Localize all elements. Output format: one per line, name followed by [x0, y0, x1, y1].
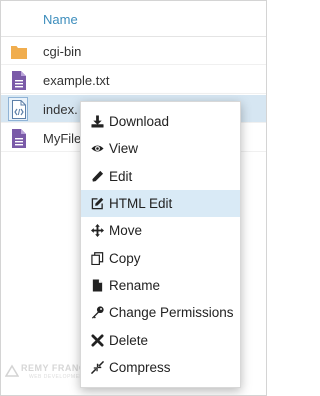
file-name[interactable]: example.txt — [43, 73, 109, 88]
copy-icon — [91, 251, 104, 265]
watermark-icon — [5, 364, 19, 377]
close-icon — [91, 333, 104, 347]
menu-item-edit[interactable]: Edit — [81, 163, 240, 190]
code-file-icon — [12, 100, 26, 119]
key-icon — [91, 306, 104, 319]
menu-item-download[interactable]: Download — [81, 108, 240, 135]
name-column-header[interactable]: Name — [43, 12, 78, 27]
menu-item-compress[interactable]: Compress — [81, 354, 240, 381]
folder-icon — [11, 46, 27, 59]
watermark-sub-text: WEB DEVELOPMENT — [29, 374, 88, 380]
menu-item-html-edit[interactable]: HTML Edit — [81, 189, 240, 218]
download-icon — [91, 115, 104, 128]
compress-icon — [91, 360, 104, 374]
edit-square-icon — [91, 197, 104, 210]
text-file-icon — [12, 129, 26, 148]
text-file-icon — [12, 71, 26, 90]
menu-item-delete[interactable]: Delete — [81, 326, 240, 353]
menu-item-label: Download — [109, 114, 170, 130]
menu-item-view[interactable]: View — [81, 135, 240, 162]
menu-item-label: Rename — [109, 277, 161, 293]
context-menu: Download View Edit HTML Edit Move Copy R… — [80, 101, 241, 388]
file-name[interactable]: cgi-bin — [43, 44, 81, 59]
file-manager-panel: Name cgi-bin example.txt index. MyFile R… — [0, 0, 267, 396]
menu-item-label: View — [109, 141, 139, 157]
file-name[interactable]: MyFile — [43, 131, 81, 146]
pencil-icon — [92, 170, 104, 182]
eye-icon — [91, 145, 104, 152]
file-row-example-txt[interactable]: example.txt — [1, 66, 266, 94]
move-arrows-icon — [91, 224, 104, 238]
menu-item-label: Compress — [109, 359, 171, 375]
menu-item-change-permissions[interactable]: Change Permissions — [81, 299, 240, 326]
menu-item-move[interactable]: Move — [81, 217, 240, 244]
menu-item-label: Copy — [109, 250, 141, 266]
menu-item-label: HTML Edit — [109, 196, 173, 212]
file-list-header: Name — [1, 1, 266, 37]
file-icon — [92, 279, 103, 292]
menu-item-label: Change Permissions — [109, 305, 234, 321]
menu-item-label: Delete — [109, 332, 149, 348]
file-name[interactable]: index. — [43, 102, 78, 117]
menu-item-copy[interactable]: Copy — [81, 244, 240, 271]
file-row-cgi-bin[interactable]: cgi-bin — [1, 37, 266, 65]
menu-item-label: Edit — [109, 168, 133, 184]
menu-item-rename[interactable]: Rename — [81, 272, 240, 299]
menu-item-label: Move — [109, 223, 143, 239]
